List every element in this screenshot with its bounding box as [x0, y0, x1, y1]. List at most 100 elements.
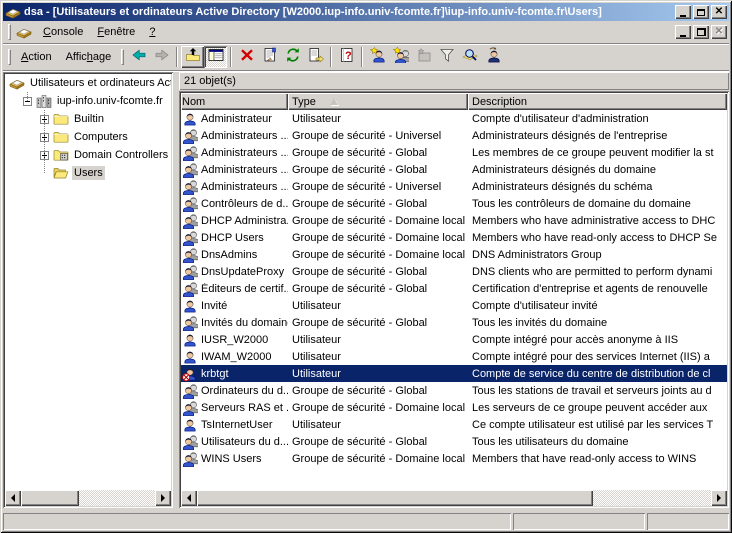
refresh-button[interactable] [281, 46, 304, 68]
tree-item-computers[interactable]: Computers [5, 128, 171, 146]
table-row[interactable]: Administrateurs ...Groupe de sécurité - … [181, 127, 727, 144]
tree-item-iup-info-univ-fcomte-fr[interactable]: iup-info.univ-fcomte.fr [5, 92, 171, 110]
row-type: Groupe de sécurité - Global [288, 283, 468, 295]
back-button[interactable] [127, 46, 150, 68]
table-row[interactable]: WINS UsersGroupe de sécurité - Domaine l… [181, 450, 727, 467]
table-row[interactable]: InvitéUtilisateurCompte d'utilisateur in… [181, 297, 727, 314]
list-horizontal-scrollbar[interactable] [181, 490, 727, 506]
properties-button[interactable] [258, 46, 281, 68]
table-row[interactable]: Ordinateurs du d...Groupe de sécurité - … [181, 382, 727, 399]
row-name: krbtgt [201, 368, 229, 380]
table-row[interactable]: DnsUpdateProxyGroupe de sécurité - Globa… [181, 263, 727, 280]
show-tree-icon [208, 47, 224, 68]
export-list-button[interactable] [304, 46, 327, 68]
menubar-grip[interactable] [8, 24, 11, 40]
console-menu-icon[interactable] [16, 24, 32, 40]
folder-icon [53, 129, 69, 145]
scrollbar-thumb[interactable] [21, 490, 79, 506]
title-bar[interactable]: dsa - [Utilisateurs et ordinateurs Activ… [3, 3, 729, 21]
table-row[interactable]: Administrateurs ...Groupe de sécurité - … [181, 161, 727, 178]
scroll-right-button[interactable] [711, 490, 727, 506]
row-type: Groupe de sécurité - Universel [288, 130, 468, 142]
toolbar-grip2[interactable] [121, 49, 124, 65]
tree-item-builtin[interactable]: Builtin [5, 110, 171, 128]
app-icon [5, 4, 21, 20]
menu-help[interactable]: ? [142, 24, 162, 40]
row-name: Administrateur [201, 113, 272, 125]
toolbar-grip[interactable] [8, 49, 11, 65]
scroll-left-button[interactable] [181, 490, 197, 506]
delete-button[interactable] [235, 46, 258, 68]
scrollbar-thumb[interactable] [197, 490, 593, 506]
console-icon [9, 75, 25, 91]
menu-fenetre[interactable]: Fenêtre [90, 24, 142, 40]
row-type: Groupe de sécurité - Global [288, 164, 468, 176]
new-user-button[interactable] [366, 46, 389, 68]
column-header-nom[interactable]: Nom [181, 93, 288, 110]
table-row[interactable]: Éditeurs de certif...Groupe de sécurité … [181, 280, 727, 297]
table-row[interactable]: Invités du domaineGroupe de sécurité - G… [181, 314, 727, 331]
menu-action[interactable]: Action [14, 49, 59, 65]
row-description: Compte intégré pour accès anonyme à IIS [468, 334, 727, 346]
status-cell [3, 513, 511, 530]
filter-button[interactable] [435, 46, 458, 68]
row-description: Compte intégré pour des services Interne… [468, 351, 727, 363]
table-row[interactable]: DHCP UsersGroupe de sécurité - Domaine l… [181, 229, 727, 246]
row-type: Groupe de sécurité - Domaine local [288, 453, 468, 465]
show-console-tree-button[interactable] [204, 46, 227, 68]
column-header-type[interactable]: Type [288, 93, 468, 110]
table-row[interactable]: Utilisateurs du d...Groupe de sécurité -… [181, 433, 727, 450]
tree-item-utilisateurs-et-ordinateurs-active-directory[interactable]: Utilisateurs et ordinateurs Active Direc… [5, 74, 171, 92]
user-disabled-icon [182, 366, 201, 382]
menu-affichage[interactable]: Affichage [59, 49, 119, 65]
folder-icon [53, 111, 69, 127]
row-type: Utilisateur [288, 419, 468, 431]
table-row[interactable]: AdministrateurUtilisateurCompte d'utilis… [181, 110, 727, 127]
help-button[interactable]: ? [335, 46, 358, 68]
maximize-button[interactable] [693, 5, 709, 19]
group-icon [182, 434, 201, 450]
table-row[interactable]: IWAM_W2000UtilisateurCompte intégré pour… [181, 348, 727, 365]
export-list-icon [308, 47, 324, 68]
column-header-description[interactable]: Description [468, 93, 727, 110]
table-row[interactable]: DnsAdminsGroupe de sécurité - Domaine lo… [181, 246, 727, 263]
scroll-left-button[interactable] [5, 490, 21, 506]
child-minimize-button[interactable] [675, 25, 691, 39]
table-row[interactable]: IUSR_W2000UtilisateurCompte intégré pour… [181, 331, 727, 348]
toolbar-separator [176, 47, 178, 67]
row-type: Groupe de sécurité - Domaine local [288, 232, 468, 244]
find-button[interactable] [458, 46, 481, 68]
menu-console[interactable]: Console [36, 24, 90, 40]
up-one-level-button[interactable] [181, 46, 204, 68]
new-group-button[interactable] [389, 46, 412, 68]
child-restore-button[interactable] [693, 25, 709, 39]
group-icon [182, 128, 201, 144]
row-description: Members who have administrative access t… [468, 215, 727, 227]
row-name: DnsUpdateProxy [201, 266, 284, 278]
row-type: Groupe de sécurité - Domaine local [288, 215, 468, 227]
table-row[interactable]: krbtgtUtilisateurCompte de service du ce… [181, 365, 727, 382]
minimize-button[interactable] [675, 5, 691, 19]
table-row[interactable]: DHCP Administra...Groupe de sécurité - D… [181, 212, 727, 229]
tree-item-users[interactable]: Users [5, 164, 171, 182]
special-task-button[interactable] [481, 46, 504, 68]
close-button[interactable]: ✕ [711, 5, 727, 19]
row-name: IUSR_W2000 [201, 334, 268, 346]
row-description: Les serveurs de ce groupe peuvent accéde… [468, 402, 727, 414]
row-name: TsInternetUser [201, 419, 273, 431]
table-row[interactable]: TsInternetUserUtilisateurCe compte utili… [181, 416, 727, 433]
status-bar [3, 510, 729, 530]
tree-item-label: iup-info.univ-fcomte.fr [55, 94, 165, 108]
row-type: Utilisateur [288, 300, 468, 312]
svg-text:?: ? [345, 50, 352, 62]
scroll-right-button[interactable] [155, 490, 171, 506]
table-row[interactable]: Administrateurs ...Groupe de sécurité - … [181, 178, 727, 195]
group-icon [182, 213, 201, 229]
tree-item-domain-controllers[interactable]: Domain Controllers [5, 146, 171, 164]
table-row[interactable]: Contrôleurs de d...Groupe de sécurité - … [181, 195, 727, 212]
row-type: Utilisateur [288, 368, 468, 380]
tree-horizontal-scrollbar[interactable] [5, 490, 171, 506]
group-icon [182, 383, 201, 399]
table-row[interactable]: Administrateurs ...Groupe de sécurité - … [181, 144, 727, 161]
table-row[interactable]: Serveurs RAS et ...Groupe de sécurité - … [181, 399, 727, 416]
